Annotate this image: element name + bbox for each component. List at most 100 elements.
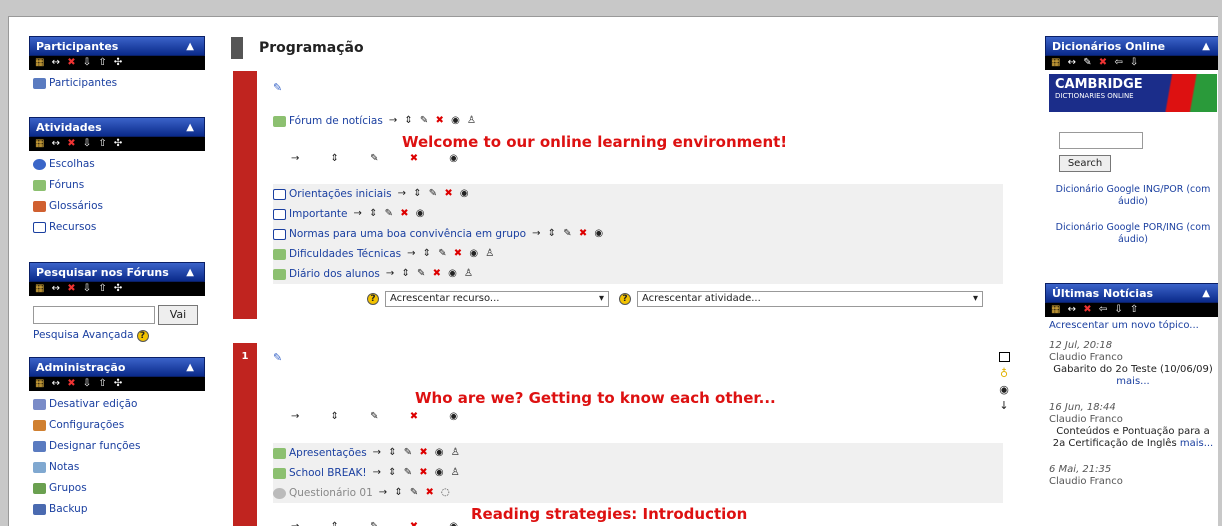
admin-item-backup[interactable]: Backup	[33, 499, 201, 520]
quiz-icon	[273, 487, 286, 499]
dictionary-search-button[interactable]: Search	[1059, 155, 1111, 172]
forum-news-row[interactable]: Fórum de notícias → ⇕ ✎ ✖ ◉ ♙	[273, 111, 1003, 131]
administration-block: Administração ▲ ▦ ↔ ✖ ⇩ ⇧ ✣ Desativar edi…	[29, 357, 205, 523]
collapse-icon[interactable]: ▲	[1202, 37, 1210, 57]
activity-edit-icons[interactable]: → ⇕ ✎ ✖ ◉ ♙	[386, 264, 475, 284]
activity-edit-icons[interactable]: → ⇕ ✎ ✖ ◉ ♙	[389, 111, 478, 131]
add-resource-select[interactable]: Acrescentar recurso...	[385, 291, 609, 307]
quiz-row[interactable]: Questionário 01 → ⇕ ✎ ✖ ◌	[273, 483, 1003, 503]
section-tools[interactable]: → ⇕ ✎ ✖ ◉	[291, 521, 472, 526]
activities-block: Atividades ▲ ▦ ↔ ✖ ⇩ ⇧ ✣ Escolhas Fóruns …	[29, 117, 205, 241]
activity-edit-icons[interactable]: → ⇕ ✎ ✖ ◉	[398, 184, 471, 204]
resource-icon	[273, 188, 286, 200]
add-activity-select[interactable]: Acrescentar atividade...	[637, 291, 983, 307]
sidebar-item-resources[interactable]: Recursos	[33, 217, 201, 238]
section-tools[interactable]: → ⇕ ✎ ✖ ◉	[291, 411, 472, 422]
resource-row[interactable]: Normas para uma boa convivência em grupo…	[273, 224, 1003, 244]
collapse-icon[interactable]: ▲	[186, 118, 194, 138]
course-section-1: 1 ✎ Who are we? Getting to know each oth…	[233, 343, 1017, 526]
section-side-bar	[233, 71, 257, 319]
collapse-icon[interactable]: ▲	[186, 263, 194, 283]
help-icon[interactable]: ?	[619, 293, 631, 305]
dictionary-search-input[interactable]	[1059, 132, 1143, 149]
dictionary-link-por-eng[interactable]: Dicionário Google POR/ING (com áudio)	[1045, 222, 1218, 246]
help-icon[interactable]: ?	[136, 329, 149, 342]
forum-row[interactable]: Apresentações → ⇕ ✎ ✖ ◉ ♙	[273, 443, 1003, 463]
admin-item-groups[interactable]: Grupos	[33, 478, 201, 499]
forum-search-block-header[interactable]: Pesquisar nos Fóruns ▲	[29, 262, 205, 282]
resource-row[interactable]: Orientações iniciais → ⇕ ✎ ✖ ◉	[273, 184, 1003, 204]
backup-icon	[33, 504, 46, 515]
activity-edit-icons[interactable]: → ⇕ ✎ ✖ ◉ ♙	[373, 443, 462, 463]
section-tools[interactable]: → ⇕ ✎ ✖ ◉	[291, 153, 472, 164]
collapse-icon[interactable]: ▲	[1202, 284, 1210, 304]
move-down-icon[interactable]: ↓	[997, 398, 1011, 414]
forum-icon	[273, 248, 286, 260]
edit-summary-icon[interactable]: ✎	[273, 81, 282, 94]
admin-item-grades[interactable]: Notas	[33, 457, 201, 478]
admin-item-settings[interactable]: Configurações	[33, 415, 201, 436]
add-news-topic-link[interactable]: Acrescentar um novo tópico...	[1049, 320, 1217, 332]
resource-row[interactable]: Importante → ⇕ ✎ ✖ ◉	[273, 204, 1003, 224]
sidebar-item-glossaries[interactable]: Glossários	[33, 196, 201, 217]
administration-block-header[interactable]: Administração ▲	[29, 357, 205, 377]
activity-edit-icons[interactable]: → ⇕ ✎ ✖ ◉	[354, 204, 427, 224]
page-title: Programação	[231, 37, 364, 59]
activity-edit-icons[interactable]: → ⇕ ✎ ✖ ◉ ♙	[407, 244, 496, 264]
forum-row[interactable]: Diário dos alunos → ⇕ ✎ ✖ ◉ ♙	[273, 264, 1003, 284]
choice-icon	[33, 159, 46, 170]
collapse-icon[interactable]: ▲	[186, 37, 194, 57]
news-post: 6 Mai, 21:35 Claudio Franco	[1049, 464, 1123, 487]
forum-search-block: Pesquisar nos Fóruns ▲ ▦ ↔ ✖ ⇩ ⇧ ✣ Vai Pe…	[29, 262, 205, 349]
forum-icon	[33, 180, 46, 191]
settings-icon	[33, 420, 46, 431]
resource-icon	[273, 228, 286, 240]
news-post: 12 Jul, 20:18 Claudio Franco Gabarito do…	[1049, 340, 1213, 387]
dictionary-link-eng-por[interactable]: Dicionário Google ING/POR (com áudio)	[1045, 184, 1218, 208]
forum-search-button[interactable]: Vai	[158, 305, 198, 325]
block-edit-icons[interactable]: ▦ ↔ ✖ ⇩ ⇧ ✣	[29, 137, 205, 151]
collapse-icon[interactable]: ▲	[186, 358, 194, 378]
dictionaries-block-header[interactable]: Dicionários Online ▲	[1045, 36, 1218, 56]
cambridge-logo[interactable]: CAMBRIDGE DICTIONARIES ONLINE	[1049, 74, 1217, 112]
activity-edit-icons[interactable]: → ⇕ ✎ ✖ ◌	[379, 483, 452, 503]
block-edit-icons[interactable]: ▦ ↔ ✖ ⇩ ⇧ ✣	[29, 282, 205, 296]
roles-icon	[33, 441, 46, 452]
block-title: Participantes	[36, 40, 119, 53]
edit-summary-icon[interactable]: ✎	[273, 351, 282, 364]
forum-icon	[273, 115, 286, 127]
lightbulb-icon[interactable]: ♁	[997, 366, 1011, 382]
forum-icon	[273, 467, 286, 479]
forum-row[interactable]: Dificuldades Técnicas → ⇕ ✎ ✖ ◉ ♙	[273, 244, 1003, 264]
highlight-checkbox-icon[interactable]	[998, 352, 1010, 362]
forum-row[interactable]: School BREAK! → ⇕ ✎ ✖ ◉ ♙	[273, 463, 1003, 483]
activity-edit-icons[interactable]: → ⇕ ✎ ✖ ◉	[532, 224, 605, 244]
advanced-search-link[interactable]: Pesquisa Avançada?	[33, 325, 201, 346]
activity-edit-icons[interactable]: → ⇕ ✎ ✖ ◉ ♙	[373, 463, 462, 483]
dictionaries-block: Dicionários Online ▲ ▦ ↔ ✎ ✖ ⇦ ⇩ CAMBRIDG…	[1045, 36, 1218, 246]
course-section-0: ✎ Fórum de notícias → ⇕ ✎ ✖ ◉ ♙ Welcome t…	[233, 71, 1017, 319]
admin-item-assign-roles[interactable]: Designar funções	[33, 436, 201, 457]
forum-icon	[273, 268, 286, 280]
participants-block: Participantes ▲ ▦ ↔ ✖ ⇩ ⇧ ✣ Participantes	[29, 36, 205, 97]
news-more-link[interactable]: mais...	[1180, 438, 1213, 449]
news-post: 16 Jun, 18:44 Claudio Franco Conteúdos e…	[1049, 402, 1214, 449]
resource-icon	[33, 222, 46, 233]
sidebar-item-forums[interactable]: Fóruns	[33, 175, 201, 196]
admin-item-turn-editing-off[interactable]: Desativar edição	[33, 394, 201, 415]
sidebar-item-participants[interactable]: Participantes	[33, 73, 201, 94]
participants-block-header[interactable]: Participantes ▲	[29, 36, 205, 56]
users-icon	[33, 78, 46, 89]
news-more-link[interactable]: mais...	[1116, 376, 1149, 387]
show-hide-eye-icon[interactable]: ◉	[997, 382, 1011, 398]
latest-news-block-header[interactable]: Últimas Notícias ▲	[1045, 283, 1218, 303]
forum-search-input[interactable]	[33, 306, 155, 324]
sidebar-item-choices[interactable]: Escolhas	[33, 154, 201, 175]
block-edit-icons[interactable]: ▦ ↔ ✖ ⇩ ⇧ ✣	[29, 56, 205, 70]
help-icon[interactable]: ?	[367, 293, 379, 305]
block-edit-icons[interactable]: ▦ ↔ ✎ ✖ ⇦ ⇩	[1045, 56, 1218, 70]
activities-block-header[interactable]: Atividades ▲	[29, 117, 205, 137]
section-heading: Who are we? Getting to know each other..…	[415, 389, 776, 407]
block-edit-icons[interactable]: ▦ ↔ ✖ ⇦ ⇩ ⇧	[1045, 303, 1218, 317]
block-edit-icons[interactable]: ▦ ↔ ✖ ⇩ ⇧ ✣	[29, 377, 205, 391]
